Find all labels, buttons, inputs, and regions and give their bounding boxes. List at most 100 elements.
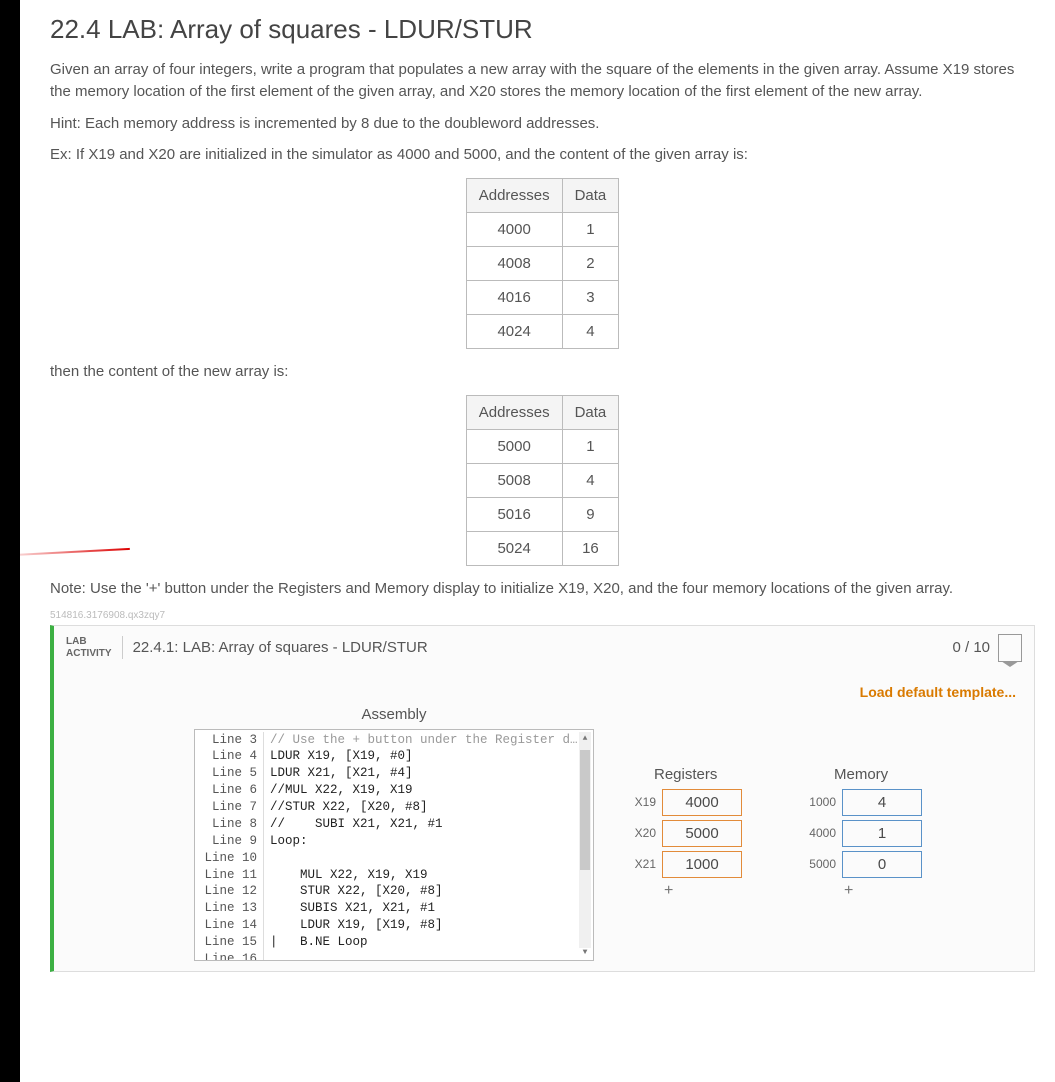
load-default-template-link[interactable]: Load default template... xyxy=(54,670,1034,706)
line-number: Line 12 xyxy=(195,883,264,900)
scroll-up-arrow-icon[interactable]: ▲ xyxy=(579,734,591,744)
memory-label: 1000 xyxy=(804,795,836,809)
table-row: 50169 xyxy=(466,497,619,531)
add-memory-button[interactable]: + xyxy=(844,882,954,900)
line-code[interactable]: // SUBI X21, X21, #1 xyxy=(264,816,443,833)
left-black-strip xyxy=(0,0,20,1082)
table-header-addresses: Addresses xyxy=(466,395,562,429)
line-code[interactable] xyxy=(264,951,270,961)
scrollbar-thumb[interactable] xyxy=(580,750,590,870)
registers-column: Registers X19 4000 X20 5000 X21 1000 + xyxy=(624,706,774,900)
assembly-column: Assembly Line 3// Use the + button under… xyxy=(194,706,594,961)
output-array-table: Addresses Data 50001 50084 50169 502416 xyxy=(466,395,620,566)
line-number: Line 16 xyxy=(195,951,264,961)
table-header-addresses: Addresses xyxy=(466,179,562,213)
line-number: Line 15 xyxy=(195,934,264,951)
table-row: 40244 xyxy=(466,315,619,349)
register-label: X20 xyxy=(624,826,656,840)
assembly-line[interactable]: Line 4LDUR X19, [X19, #0] xyxy=(195,748,593,765)
assembly-line[interactable]: Line 10 xyxy=(195,850,593,867)
table-row: 502416 xyxy=(466,531,619,565)
table-row: 40082 xyxy=(466,247,619,281)
line-code[interactable]: MUL X22, X19, X19 xyxy=(264,867,428,884)
assembly-line[interactable]: Line 11 MUL X22, X19, X19 xyxy=(195,867,593,884)
line-number: Line 13 xyxy=(195,900,264,917)
assembly-line[interactable]: Line 8// SUBI X21, X21, #1 xyxy=(195,816,593,833)
register-value[interactable]: 1000 xyxy=(662,851,742,878)
line-code[interactable]: LDUR X21, [X21, #4] xyxy=(264,765,413,782)
table-row: 40001 xyxy=(466,213,619,247)
line-code[interactable] xyxy=(264,850,270,867)
line-number: Line 4 xyxy=(195,748,264,765)
lab-tag-line1: LAB xyxy=(66,636,87,647)
example-then: then the content of the new array is: xyxy=(50,361,1035,383)
assembly-line[interactable]: Line 15| B.NE Loop xyxy=(195,934,593,951)
line-number: Line 10 xyxy=(195,850,264,867)
table-row: 40163 xyxy=(466,281,619,315)
register-row: X20 5000 xyxy=(624,820,774,847)
register-value[interactable]: 4000 xyxy=(662,789,742,816)
input-array-table: Addresses Data 40001 40082 40163 40244 xyxy=(466,178,620,349)
memory-value[interactable]: 1 xyxy=(842,820,922,847)
assembly-line[interactable]: Line 3// Use the + button under the Regi… xyxy=(195,732,593,749)
assembly-scrollbar[interactable]: ▲ ▼ xyxy=(579,732,591,948)
lab-tag-line2: ACTIVITY xyxy=(66,648,112,659)
assembly-line[interactable]: Line 16 xyxy=(195,951,593,961)
simulator-area: Assembly Line 3// Use the + button under… xyxy=(54,706,1034,971)
memory-row: 4000 1 xyxy=(804,820,954,847)
assembly-editor[interactable]: Line 3// Use the + button under the Regi… xyxy=(194,729,594,961)
assembly-line[interactable]: Line 14 LDUR X19, [X19, #8] xyxy=(195,917,593,934)
line-code[interactable]: // Use the + button under the Register d… xyxy=(264,732,578,749)
assembly-line[interactable]: Line 13 SUBIS X21, X21, #1 xyxy=(195,900,593,917)
memory-value[interactable]: 4 xyxy=(842,789,922,816)
memory-value[interactable]: 0 xyxy=(842,851,922,878)
page-title: 22.4 LAB: Array of squares - LDUR/STUR xyxy=(50,14,1035,45)
line-number: Line 5 xyxy=(195,765,264,782)
line-code[interactable]: LDUR X19, [X19, #8] xyxy=(264,917,443,934)
line-code[interactable]: LDUR X19, [X19, #0] xyxy=(264,748,413,765)
assembly-line[interactable]: Line 9Loop: xyxy=(195,833,593,850)
lab-score: 0 / 10 xyxy=(952,639,990,656)
table-header-data: Data xyxy=(562,395,619,429)
hash-id: 514816.3176908.qx3zqy7 xyxy=(50,610,1035,621)
line-number: Line 11 xyxy=(195,867,264,884)
line-code[interactable]: //STUR X22, [X20, #8] xyxy=(264,799,428,816)
memory-label: 5000 xyxy=(804,857,836,871)
add-register-button[interactable]: + xyxy=(664,882,774,900)
assembly-line[interactable]: Line 12 STUR X22, [X20, #8] xyxy=(195,883,593,900)
line-number: Line 7 xyxy=(195,799,264,816)
assembly-line[interactable]: Line 5LDUR X21, [X21, #4] xyxy=(195,765,593,782)
table-row: 50001 xyxy=(466,429,619,463)
memory-label: 4000 xyxy=(804,826,836,840)
scroll-down-arrow-icon[interactable]: ▼ xyxy=(579,948,591,958)
assembly-line[interactable]: Line 6//MUL X22, X19, X19 xyxy=(195,782,593,799)
assembly-line[interactable]: Line 7//STUR X22, [X20, #8] xyxy=(195,799,593,816)
assembly-header: Assembly xyxy=(194,706,594,723)
lab-activity-box: LAB ACTIVITY 22.4.1: LAB: Array of squar… xyxy=(50,625,1035,972)
lab-header: LAB ACTIVITY 22.4.1: LAB: Array of squar… xyxy=(54,626,1034,670)
hint-paragraph: Hint: Each memory address is incremented… xyxy=(50,113,1035,135)
memory-row: 5000 0 xyxy=(804,851,954,878)
register-value[interactable]: 5000 xyxy=(662,820,742,847)
line-code[interactable]: Loop: xyxy=(264,833,308,850)
main-content: 22.4 LAB: Array of squares - LDUR/STUR G… xyxy=(20,0,1055,972)
score-badge-icon xyxy=(998,634,1022,662)
line-code[interactable]: | B.NE Loop xyxy=(264,934,368,951)
example-intro: Ex: If X19 and X20 are initialized in th… xyxy=(50,144,1035,166)
register-label: X21 xyxy=(624,857,656,871)
table-header-data: Data xyxy=(562,179,619,213)
intro-paragraph-1: Given an array of four integers, write a… xyxy=(50,59,1035,103)
register-label: X19 xyxy=(624,795,656,809)
line-number: Line 8 xyxy=(195,816,264,833)
line-code[interactable]: SUBIS X21, X21, #1 xyxy=(264,900,435,917)
register-row: X19 4000 xyxy=(624,789,774,816)
lab-tag: LAB ACTIVITY xyxy=(66,636,123,659)
register-row: X21 1000 xyxy=(624,851,774,878)
line-code[interactable]: //MUL X22, X19, X19 xyxy=(264,782,413,799)
memory-row: 1000 4 xyxy=(804,789,954,816)
lab-activity-title: 22.4.1: LAB: Array of squares - LDUR/STU… xyxy=(133,639,953,656)
line-code[interactable]: STUR X22, [X20, #8] xyxy=(264,883,443,900)
line-number: Line 14 xyxy=(195,917,264,934)
line-number: Line 3 xyxy=(195,732,264,749)
table-row: 50084 xyxy=(466,463,619,497)
